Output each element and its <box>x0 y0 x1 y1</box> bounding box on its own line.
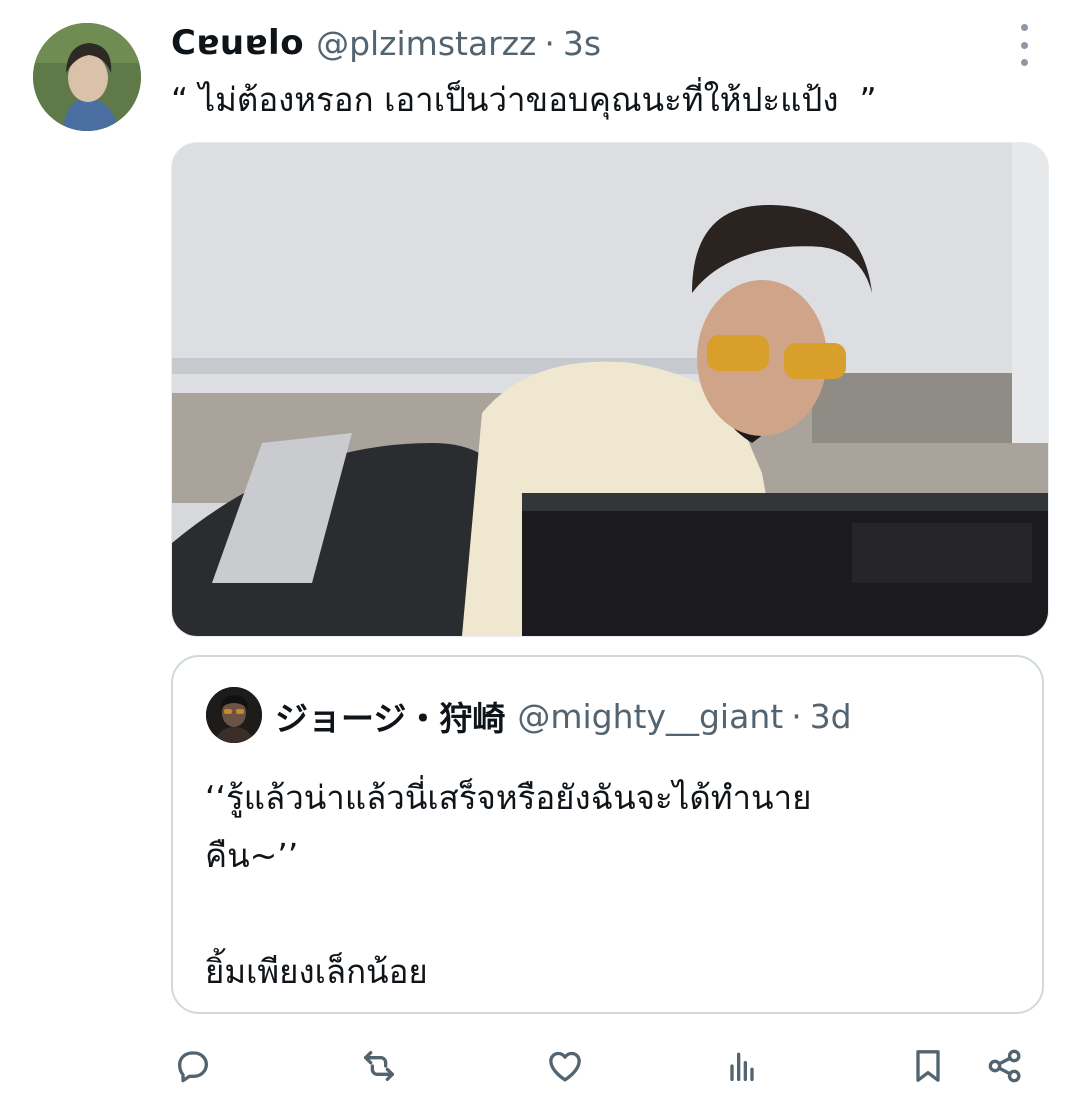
share-icon <box>988 1049 1021 1083</box>
more-icon[interactable] <box>1008 24 1040 66</box>
author-handle[interactable]: @plzimstarzz <box>316 24 536 63</box>
share-button[interactable] <box>985 1046 1025 1086</box>
quoted-handle: @mighty__giant <box>517 696 784 736</box>
reply-button[interactable] <box>173 1046 213 1086</box>
avatar[interactable] <box>33 23 141 131</box>
quoted-tweet[interactable]: ジョージ・狩崎 @mighty__giant · 3d ‘‘รู้แล้วน่า… <box>171 655 1044 1014</box>
views-icon <box>730 1052 754 1081</box>
tweet-text: “ ไม่ต้องหรอก เอาเป็นว่าขอบคุณนะที่ให้ปะ… <box>171 80 877 119</box>
quoted-header: ジョージ・狩崎 @mighty__giant · 3d <box>275 691 852 741</box>
views-button[interactable] <box>722 1046 762 1086</box>
quoted-timestamp: 3d <box>809 696 852 736</box>
separator-dot: · <box>791 696 802 736</box>
more-dot <box>1020 59 1028 66</box>
author-display-name[interactable]: Cɐuɐlo <box>171 23 304 63</box>
tweet-header: Cɐuɐlo @plzimstarzz · 3s <box>171 20 601 66</box>
separator-dot: · <box>544 23 555 63</box>
bookmark-button[interactable] <box>908 1046 948 1086</box>
tweet-image[interactable] <box>171 142 1049 637</box>
quoted-avatar[interactable] <box>206 687 262 743</box>
like-icon <box>549 1051 581 1082</box>
more-dot <box>1020 41 1028 49</box>
bookmark-icon <box>916 1050 940 1082</box>
quoted-display-name: ジョージ・狩崎 <box>275 699 506 738</box>
like-button[interactable] <box>545 1046 585 1086</box>
retweet-button[interactable] <box>359 1046 399 1086</box>
retweet-icon <box>364 1051 394 1081</box>
quoted-text: ‘‘รู้แล้วน่าแล้วนี่เสร็จหรือยังฉันจะได้ท… <box>205 778 812 991</box>
more-dot <box>1020 24 1028 31</box>
reply-icon <box>178 1051 208 1083</box>
tweet-timestamp[interactable]: 3s <box>563 24 601 63</box>
